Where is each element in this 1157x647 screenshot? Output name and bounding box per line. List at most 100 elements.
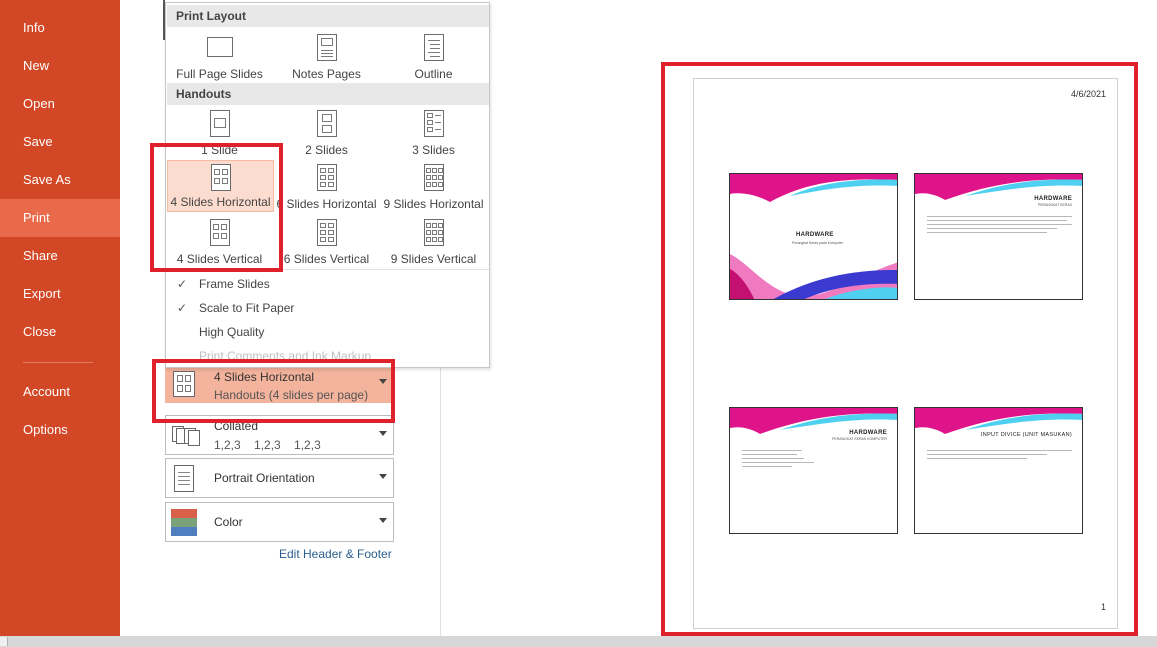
color-title: Color [214, 515, 243, 529]
color-setting-dropdown[interactable]: Color [165, 502, 394, 542]
six-slides-vertical-icon [316, 219, 337, 246]
collation-title: Collated [214, 419, 259, 433]
nav-save[interactable]: Save [0, 123, 120, 161]
option-outline[interactable]: Outline [380, 31, 487, 83]
slide-title: HARDWARE [796, 232, 834, 238]
collated-pages-icon [172, 426, 202, 446]
nav-new[interactable]: New [0, 47, 120, 85]
nav-divider [23, 362, 93, 363]
layout-setting-dropdown[interactable]: 4 Slides Horizontal Handouts (4 slides p… [165, 363, 394, 403]
handouts-header: Handouts [167, 83, 489, 105]
portrait-page-icon [174, 465, 194, 492]
option-6-slides-vertical[interactable]: 6 Slides Vertical [273, 216, 380, 268]
preview-page-number: 1 [1100, 602, 1106, 612]
nav-print[interactable]: Print [0, 199, 120, 237]
print-preview-page: 4/6/2021 HARDWARE Perangkat Keras pada K… [693, 78, 1118, 629]
chevron-down-icon [379, 518, 387, 523]
four-slides-horizontal-icon [210, 164, 231, 191]
checkmark-icon: ✓ [177, 301, 188, 315]
print-layout-header: Print Layout [167, 5, 489, 27]
option-label: 6 Slides Horizontal [276, 197, 377, 211]
nav-info[interactable]: Info [0, 9, 120, 47]
option-label: Print Comments and Ink Markup [199, 349, 372, 363]
backstage-sidebar: Info New Open Save Save As Print Share E… [0, 0, 120, 636]
option-label: Notes Pages [292, 67, 361, 81]
slide-thumbnail[interactable]: HARDWARE Perangkat Keras pada Komputer [729, 173, 898, 300]
slide-thumbnail[interactable]: HARDWARE PERANGKAT KERAS [914, 173, 1083, 300]
status-bar [0, 636, 1157, 647]
panel-divider [440, 360, 441, 636]
nav-export[interactable]: Export [0, 275, 120, 313]
nine-slides-horizontal-icon [423, 164, 444, 191]
option-9-slides-horizontal[interactable]: 9 Slides Horizontal [380, 161, 487, 213]
option-label: Outline [414, 67, 453, 81]
slide-header-band [915, 408, 1082, 434]
orientation-setting-dropdown[interactable]: Portrait Orientation [165, 458, 394, 498]
option-3-slides[interactable]: 3 Slides [380, 107, 487, 159]
option-2-slides[interactable]: 2 Slides [273, 107, 380, 159]
six-slides-horizontal-icon [316, 164, 337, 191]
preview-date: 4/6/2021 [1070, 89, 1106, 99]
slide-subtitle: PERANGKAT KERAS KOMPUTER [832, 437, 887, 441]
nav-close[interactable]: Close [0, 313, 120, 351]
slide-thumbnail[interactable]: HARDWARE PERANGKAT KERAS KOMPUTER [729, 407, 898, 534]
menu-divider [167, 269, 489, 270]
collation-setting-dropdown[interactable]: Collated 1,2,3 1,2,3 1,2,3 [165, 415, 394, 455]
option-label: Frame Slides [199, 277, 270, 291]
frame-slides-toggle[interactable]: ✓ Frame Slides [167, 272, 489, 296]
option-label: 2 Slides [305, 143, 348, 157]
print-comments-toggle: Print Comments and Ink Markup [167, 344, 489, 368]
option-4-slides-horizontal[interactable]: 4 Slides Horizontal [167, 160, 274, 212]
option-6-slides-horizontal[interactable]: 6 Slides Horizontal [273, 161, 380, 213]
slide-header-band [730, 408, 897, 434]
option-4-slides-vertical[interactable]: 4 Slides Vertical [166, 216, 273, 268]
option-label: 3 Slides [412, 143, 455, 157]
option-notes-pages[interactable]: Notes Pages [273, 31, 380, 83]
chevron-down-icon [379, 379, 387, 384]
option-label: 1 Slide [201, 143, 238, 157]
chevron-down-icon [379, 474, 387, 479]
scale-to-fit-toggle[interactable]: ✓ Scale to Fit Paper [167, 296, 489, 320]
collation-subtitle: 1,2,3 1,2,3 1,2,3 [214, 438, 321, 452]
slide-title: INPUT DIVICE (UNIT MASUKAN) [980, 432, 1072, 438]
edit-header-footer-link[interactable]: Edit Header & Footer [279, 547, 392, 561]
nav-options[interactable]: Options [0, 411, 120, 449]
four-slides-vertical-icon [209, 219, 230, 246]
slide-title: HARDWARE [849, 430, 887, 436]
nav-save-as[interactable]: Save As [0, 161, 120, 199]
two-slides-icon [316, 110, 337, 137]
checkmark-icon: ✓ [177, 277, 188, 291]
notes-page-icon [316, 34, 337, 61]
option-label: 4 Slides Vertical [176, 252, 263, 266]
slide-header-band [915, 174, 1082, 200]
print-layout-menu: Print Layout Full Page Slides Notes Page… [165, 2, 490, 368]
orientation-title: Portrait Orientation [214, 471, 315, 485]
outline-icon [423, 34, 444, 61]
nav-account[interactable]: Account [0, 373, 120, 411]
slide-thumbnail[interactable]: INPUT DIVICE (UNIT MASUKAN) [914, 407, 1083, 534]
option-label: 6 Slides Vertical [283, 252, 370, 266]
slide-subtitle: PERANGKAT KERAS [1037, 203, 1072, 207]
option-full-page-slides[interactable]: Full Page Slides [166, 31, 273, 83]
one-slide-icon [209, 110, 230, 137]
option-label: 9 Slides Vertical [390, 252, 477, 266]
layout-setting-subtitle: Handouts (4 slides per page) [214, 388, 369, 402]
color-swatch-icon [171, 509, 197, 536]
option-1-slide[interactable]: 1 Slide [166, 107, 273, 159]
nav-share[interactable]: Share [0, 237, 120, 275]
chevron-down-icon [379, 431, 387, 436]
option-label: High Quality [199, 325, 265, 339]
slide-title: HARDWARE [1034, 196, 1072, 202]
nav-open[interactable]: Open [0, 85, 120, 123]
option-label: Full Page Slides [176, 67, 263, 81]
option-9-slides-vertical[interactable]: 9 Slides Vertical [380, 216, 487, 268]
nine-slides-vertical-icon [423, 219, 444, 246]
option-label: 4 Slides Horizontal [170, 195, 271, 209]
slide-subtitle: Perangkat Keras pada Komputer [792, 241, 843, 245]
option-label: Scale to Fit Paper [199, 301, 295, 315]
resize-grip-icon[interactable] [0, 637, 8, 646]
three-slides-icon [423, 110, 444, 137]
option-label: 9 Slides Horizontal [383, 197, 484, 211]
high-quality-toggle[interactable]: High Quality [167, 320, 489, 344]
full-page-slide-icon [206, 37, 233, 57]
